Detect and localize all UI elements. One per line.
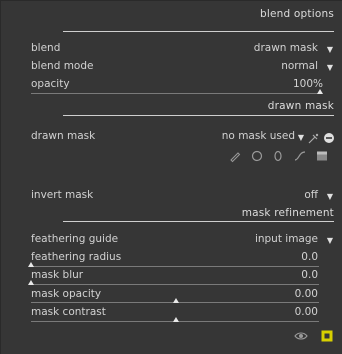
pencil-icon[interactable] bbox=[228, 149, 242, 163]
mask-blur-slider-track[interactable] bbox=[31, 284, 319, 285]
remove-mask-icon[interactable] bbox=[322, 131, 336, 145]
mask-blur-slider-handle[interactable] bbox=[28, 280, 34, 285]
ellipse-icon[interactable] bbox=[271, 149, 285, 163]
chevron-down-icon[interactable]: ▼ bbox=[327, 192, 333, 201]
circle-icon[interactable] bbox=[250, 149, 264, 163]
invert-mask-dropdown[interactable]: off bbox=[304, 189, 318, 201]
invert-mask-label: invert mask bbox=[31, 189, 94, 201]
opacity-label: opacity bbox=[31, 78, 70, 90]
blend-label: blend bbox=[31, 42, 61, 54]
feathering-radius-value: 0.0 bbox=[301, 251, 318, 263]
section-title-drawn-mask: drawn mask bbox=[267, 100, 334, 112]
chevron-down-icon[interactable]: ▼ bbox=[327, 63, 333, 72]
display-mask-icon[interactable] bbox=[320, 329, 334, 343]
blend-dropdown[interactable]: drawn mask bbox=[254, 42, 318, 54]
mask-blur-label: mask blur bbox=[31, 269, 84, 281]
mask-contrast-slider-handle[interactable] bbox=[172, 317, 179, 322]
mask-blur-value: 0.0 bbox=[301, 269, 318, 281]
drawn-mask-label: drawn mask bbox=[31, 130, 96, 142]
gradient-icon[interactable] bbox=[315, 149, 329, 163]
section-divider bbox=[63, 115, 334, 116]
blend-options-panel: blend options blend drawn mask ▼ blend m… bbox=[0, 0, 342, 354]
opacity-slider-track[interactable] bbox=[31, 93, 319, 94]
opacity-slider-handle[interactable] bbox=[317, 89, 323, 94]
blend-mode-dropdown[interactable]: normal bbox=[281, 60, 318, 72]
section-title-blend-options: blend options bbox=[260, 8, 334, 20]
section-divider bbox=[63, 221, 334, 222]
mask-opacity-slider-handle[interactable] bbox=[172, 298, 179, 303]
path-icon[interactable] bbox=[293, 149, 307, 163]
feathering-radius-label: feathering radius bbox=[31, 251, 122, 263]
chevron-down-icon[interactable]: ▼ bbox=[327, 236, 333, 245]
mask-opacity-label: mask opacity bbox=[31, 288, 102, 300]
eye-icon[interactable] bbox=[293, 329, 309, 343]
section-divider bbox=[63, 31, 334, 32]
mask-opacity-value: 0.00 bbox=[294, 288, 318, 300]
feathering-radius-slider-track[interactable] bbox=[31, 266, 319, 267]
edit-masks-icon[interactable] bbox=[307, 131, 321, 145]
feathering-guide-label: feathering guide bbox=[31, 233, 119, 245]
drawn-mask-dropdown[interactable]: no mask used bbox=[222, 130, 295, 142]
section-title-mask-refinement: mask refinement bbox=[241, 207, 334, 219]
chevron-down-icon[interactable]: ▼ bbox=[298, 133, 304, 142]
mask-contrast-label: mask contrast bbox=[31, 306, 106, 318]
blend-mode-label: blend mode bbox=[31, 60, 94, 72]
feathering-radius-slider-handle[interactable] bbox=[28, 262, 34, 267]
feathering-guide-dropdown[interactable]: input image bbox=[255, 233, 318, 245]
mask-contrast-value: 0.00 bbox=[294, 306, 318, 318]
chevron-down-icon[interactable]: ▼ bbox=[327, 45, 333, 54]
